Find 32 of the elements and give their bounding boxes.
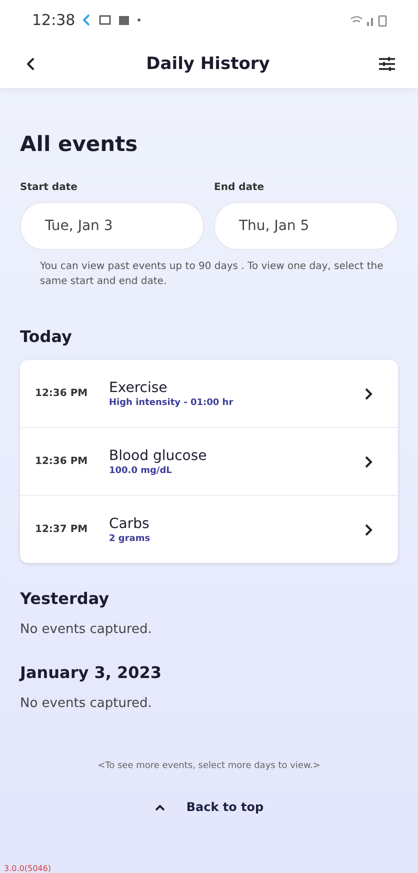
event-name: Blood glucose xyxy=(109,448,208,464)
empty-message: No events captured. xyxy=(20,696,153,711)
event-time: 12:37 PM xyxy=(35,524,89,535)
window-title: Daily History xyxy=(146,54,270,74)
chevron-up-icon xyxy=(154,803,166,811)
date-field[interactable]: Tue, Jan 3 xyxy=(20,202,204,250)
date-field[interactable]: Thu, Jan 5 xyxy=(214,202,398,250)
day-heading: Today xyxy=(20,327,73,346)
event-time: 12:36 PM xyxy=(35,388,89,399)
field-label: End date xyxy=(214,182,266,193)
field-label: Start date xyxy=(20,182,78,193)
date-range-note: You can view past events up to 90 days . To view one day, select the same start and end date. xyxy=(40,260,384,288)
event-detail: 2 grams xyxy=(109,534,152,544)
day-heading: January 3, 2023 xyxy=(20,663,163,682)
app-icon xyxy=(119,16,130,24)
event-name: Carbs xyxy=(109,516,150,532)
version-label: 3.0.0(5046) xyxy=(4,865,52,873)
event-detail: High intensity - 01:00 hr xyxy=(109,398,234,408)
event-name: Exercise xyxy=(109,380,168,396)
event-time: 12:36 PM xyxy=(35,456,89,467)
dot-icon xyxy=(137,18,142,22)
more-events-hint: <To see more events, select more days to view.> xyxy=(96,761,322,771)
sliders-icon xyxy=(378,56,396,72)
day-heading: Yesterday xyxy=(20,589,110,608)
signal-battery-icon xyxy=(350,14,388,26)
page-heading: All events xyxy=(20,132,139,156)
back-to-top-button[interactable]: Back to top xyxy=(148,799,270,815)
filter-button[interactable] xyxy=(376,54,398,74)
status-time: 12:38 xyxy=(32,11,76,29)
empty-message: No events captured. xyxy=(20,622,153,637)
event-detail: 100.0 mg/dL xyxy=(109,466,173,476)
image-icon xyxy=(99,15,112,25)
